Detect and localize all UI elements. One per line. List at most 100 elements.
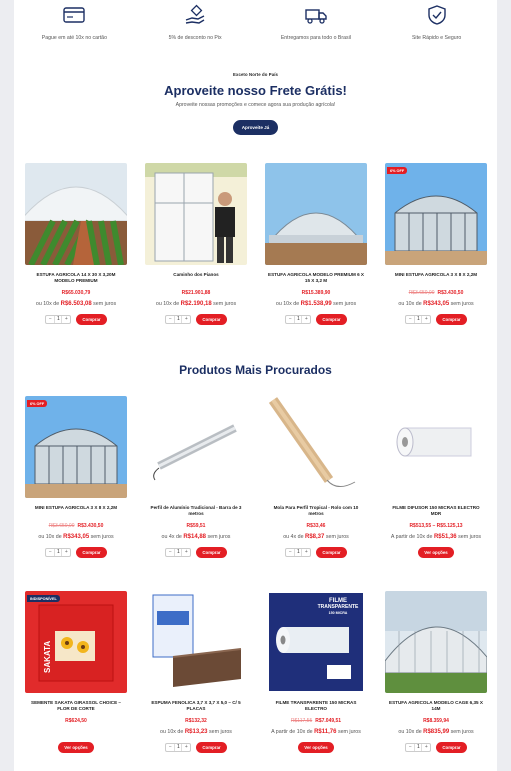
promo-cta-button[interactable]: Aproveite Já [232, 120, 279, 135]
quantity-stepper[interactable]: − 1 + [405, 314, 432, 324]
buy-row: − 1 + Comprar [259, 546, 373, 558]
installment-text: ou 4x de R$8,37 sem juros [259, 534, 373, 540]
product-image[interactable] [265, 396, 367, 498]
increase-button[interactable]: + [422, 744, 430, 751]
product-name[interactable]: FILME DIFUSOR 150 MICRAS ELECTRO MDR [388, 505, 484, 517]
product-prices: R$59,51 [139, 523, 253, 530]
quantity-stepper[interactable]: − 1 + [405, 742, 432, 752]
product-image[interactable] [265, 163, 367, 265]
increase-button[interactable]: + [182, 316, 190, 323]
product-image[interactable] [25, 163, 127, 265]
product-image[interactable]: 6% OFF [385, 163, 487, 265]
quantity-stepper[interactable]: − 1 + [165, 547, 192, 557]
product-photo [265, 163, 367, 265]
quantity-stepper[interactable]: − 1 + [165, 742, 192, 752]
installment-prefix: ou 10x de [398, 301, 422, 307]
page: Pague em até 10x no cartão 5% de descont… [14, 0, 497, 771]
increase-button[interactable]: + [302, 549, 310, 556]
quantity-stepper[interactable]: − 1 + [45, 314, 72, 324]
product-image[interactable]: 6% OFF [25, 396, 127, 498]
product-price: R$21.901,88 [181, 290, 211, 296]
installment-text: ou 10x de R$2.190,18 sem juros [139, 301, 253, 307]
product-name[interactable]: Perfil de Alumínio Tradicional - Barra d… [148, 505, 244, 517]
quantity-stepper[interactable]: − 1 + [285, 314, 312, 324]
buy-button[interactable]: Comprar [76, 546, 107, 558]
product-name[interactable]: ESTUFA AGRICOLA MODELO PREMIUM 6 X 15 X … [268, 272, 364, 284]
installment-value: R$2.190,18 [180, 301, 212, 307]
product-name[interactable]: SEMENTE SAKATA GIRASSOL CHOICE – FLOR DE… [28, 700, 124, 712]
installment-suffix: sem juros [458, 534, 482, 540]
buy-button[interactable]: Comprar [196, 546, 227, 558]
installment-suffix: sem juros [93, 301, 117, 307]
installment-prefix: ou 10x de [155, 301, 180, 307]
quantity-value[interactable]: 1 [174, 315, 183, 323]
increase-button[interactable]: + [302, 316, 310, 323]
product-prices: R$15.389,90 [259, 290, 373, 297]
increase-button[interactable]: + [422, 316, 430, 323]
quantity-value[interactable]: 1 [54, 315, 63, 323]
quantity-value[interactable]: 1 [294, 548, 303, 556]
increase-button[interactable]: + [62, 549, 70, 556]
installment-prefix: A partir de 10x de [390, 534, 433, 540]
product-name[interactable]: Mola Para Perfil Tropical - Rolo com 10 … [268, 505, 364, 517]
installment-suffix: sem juros [213, 301, 237, 307]
quantity-stepper[interactable]: − 1 + [285, 547, 312, 557]
decrease-button[interactable]: − [406, 316, 414, 323]
decrease-button[interactable]: − [46, 549, 54, 556]
quantity-value[interactable]: 1 [414, 743, 423, 751]
product-card: 6% OFF MINI ESTUFA AGRICOLA 3 X 8 X 2,2M… [19, 396, 133, 558]
product-name[interactable]: ESPUMA FENOLICA 3,7 X 3,7 X 5,0 – C/ 5 P… [148, 700, 244, 712]
product-image[interactable] [145, 591, 247, 693]
product-price: R$65.030,79 [61, 290, 91, 296]
decrease-button[interactable]: − [166, 316, 174, 323]
buy-button[interactable]: Comprar [436, 313, 467, 325]
product-price: R$513,55 – R$5.125,13 [409, 523, 463, 529]
product-name[interactable]: MINI ESTUFA AGRICOLA 3 X 8 X 2,2M [388, 272, 484, 284]
product-prices: R$21.901,88 [139, 290, 253, 297]
quantity-value[interactable]: 1 [414, 315, 423, 323]
product-image[interactable] [385, 591, 487, 693]
quantity-value[interactable]: 1 [294, 315, 303, 323]
increase-button[interactable]: + [62, 316, 70, 323]
buy-button[interactable]: Comprar [76, 313, 107, 325]
feature-pix-discount: 5% de desconto no Pix [135, 4, 255, 48]
product-image[interactable] [145, 396, 247, 498]
buy-button[interactable]: Ver opções [418, 546, 454, 558]
decrease-button[interactable]: − [166, 549, 174, 556]
decrease-button[interactable]: − [286, 316, 294, 323]
decrease-button[interactable]: − [406, 744, 414, 751]
product-image[interactable] [385, 396, 487, 498]
decrease-button[interactable]: − [286, 549, 294, 556]
decrease-button[interactable]: − [46, 316, 54, 323]
buy-button[interactable]: Ver opções [58, 741, 94, 753]
product-photo [145, 591, 247, 693]
quantity-value[interactable]: 1 [174, 743, 183, 751]
product-name[interactable]: ESTUFA AGRICOLA 14 X 30 X 3,20M MODELO P… [28, 272, 124, 284]
buy-button[interactable]: Comprar [196, 313, 227, 325]
buy-button[interactable]: Ver opções [298, 741, 334, 753]
buy-button[interactable]: Comprar [436, 741, 467, 753]
quantity-value[interactable]: 1 [174, 548, 183, 556]
product-prices: R$624,50 [19, 718, 133, 725]
quantity-value[interactable]: 1 [54, 548, 63, 556]
quantity-stepper[interactable]: − 1 + [165, 314, 192, 324]
product-image[interactable] [145, 163, 247, 265]
quantity-stepper[interactable]: − 1 + [45, 547, 72, 557]
installment-value: R$13,23 [184, 729, 208, 735]
product-card: ESTUFA AGRICOLA MODELO CAGE 6,35 X 14M R… [379, 591, 493, 753]
buy-button[interactable]: Comprar [316, 313, 347, 325]
product-prices: R$8.359,94 [379, 718, 493, 725]
product-name[interactable]: ESTUFA AGRICOLA MODELO CAGE 6,35 X 14M [388, 700, 484, 712]
increase-button[interactable]: + [182, 549, 190, 556]
product-image[interactable]: SAKATA INDISPONÍVEL [25, 591, 127, 693]
product-name[interactable]: Caminho dos Pianos [148, 272, 244, 284]
decrease-button[interactable]: − [166, 744, 174, 751]
installment-suffix: sem juros [450, 729, 474, 735]
installment-value: R$8,37 [305, 534, 325, 540]
buy-button[interactable]: Comprar [316, 546, 347, 558]
increase-button[interactable]: + [182, 744, 190, 751]
product-image[interactable]: FILME TRANSPARENTE 150 MICRA [265, 591, 367, 693]
product-name[interactable]: FILME TRANSPARENTE 150 MICRAS ELECTRO [268, 700, 364, 712]
product-name[interactable]: MINI ESTUFA AGRICOLA 3 X 8 X 2,2M [28, 505, 124, 517]
buy-button[interactable]: Comprar [196, 741, 227, 753]
